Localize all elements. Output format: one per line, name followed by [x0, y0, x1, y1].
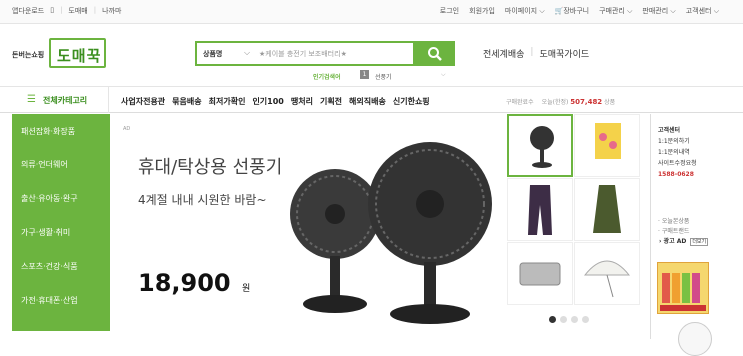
banner-title: 휴대/탁상용 선풍기	[138, 157, 283, 178]
nav-popular100[interactable]: 인기100	[252, 96, 283, 107]
all-category-button[interactable]: ☰ 전체카테고리	[12, 87, 109, 113]
banner-thumbnails	[507, 114, 642, 331]
nakama-link[interactable]: 나까마	[102, 6, 121, 16]
site-fix-request-link[interactable]: 사이트수정요청	[658, 158, 697, 169]
top-left-links: 앱다운로드 ▯ | 도매매 | 나까마	[12, 6, 122, 16]
cosmetic-thumb-image	[595, 123, 621, 159]
sales-menu[interactable]: 판매관리 ⌵	[642, 6, 675, 16]
cart-link[interactable]: 🛒장바구니	[555, 6, 589, 16]
signup-link[interactable]: 회원가입	[469, 6, 495, 16]
nav-clearance[interactable]: 땡처리	[291, 96, 313, 107]
inquiry-link[interactable]: 1:1문의하기	[658, 136, 697, 147]
umbrella-thumb-image	[583, 260, 631, 298]
pagination-dot[interactable]	[549, 316, 556, 323]
recently-viewed-link[interactable]: · 오늘본상품	[658, 217, 708, 227]
phone-icon: ▯	[50, 6, 55, 14]
fan-thumb-image	[530, 126, 554, 168]
nav-bundle[interactable]: 묶음배송	[172, 96, 201, 107]
nav-menu: 사업자전용관 묶음배송 최저가확인 인기100 땡처리 기획전 해외직배송 신기…	[121, 96, 430, 107]
category-item[interactable]: 가구·생활·취미	[12, 216, 110, 250]
thumbnail-umbrella[interactable]	[574, 242, 640, 305]
pagination-dot[interactable]	[582, 316, 589, 323]
category-item[interactable]: 스포츠·건강·식품	[12, 250, 110, 284]
logo-tagline: 돈버는쇼핑	[12, 51, 45, 59]
tray-thumb-image	[519, 262, 561, 286]
skirt-thumb-image	[593, 185, 621, 233]
header-links: 전세계배송 | 도매꾹가이드	[483, 47, 590, 60]
nav-overseas[interactable]: 해외직배송	[349, 96, 386, 107]
site-logo[interactable]: 도매꾹	[49, 38, 106, 68]
purchase-count-label: 구매완료수	[506, 99, 534, 106]
top-bar: 앱다운로드 ▯ | 도매매 | 나까마 로그인 회원가입 마이페이지 ⌵ 🛒장바…	[0, 0, 743, 24]
banner-price: 18,900	[138, 269, 231, 297]
search-input[interactable]: ★케이블 충전기 보조배터리★	[259, 49, 347, 59]
customer-service-box: 고객센터 1:1문의하기 1:1문의내역 사이트수정요청 1588-0628	[658, 125, 697, 180]
nav-special[interactable]: 기획전	[320, 96, 342, 107]
banner-price-unit: 원	[242, 284, 251, 294]
pagination-dot[interactable]	[571, 316, 578, 323]
fan-image	[290, 142, 492, 324]
right-circle-button[interactable]	[678, 322, 712, 356]
today-product-count: 오늘(한정) 507,482 상품	[541, 98, 616, 106]
hot-keyword-expand-icon[interactable]: ⌵	[441, 71, 446, 79]
top-right-links: 로그인 회원가입 마이페이지 ⌵ 🛒장바구니 구매관리 ⌵ 판매관리 ⌵ 고객센…	[440, 6, 719, 16]
right-links: · 오늘본상품 · 구매트랜드 › 광고 AD 더보기	[658, 217, 709, 247]
search-icon	[428, 47, 442, 61]
category-item[interactable]: 의류·언더웨어	[12, 148, 110, 182]
banner-pagination	[549, 316, 589, 323]
thumbnail-cosmetic[interactable]	[574, 114, 640, 177]
global-shipping-link[interactable]: 전세계배송	[483, 47, 524, 60]
right-ad-banner[interactable]	[657, 262, 709, 314]
inquiry-history-link[interactable]: 1:1문의내역	[658, 147, 697, 158]
thumbnail-pants[interactable]	[507, 178, 573, 241]
hamburger-icon: ☰	[27, 94, 36, 105]
more-button[interactable]: 더보기	[690, 238, 709, 246]
thumbnail-fan[interactable]	[507, 114, 573, 177]
thumbnail-tray[interactable]	[507, 242, 573, 305]
login-link[interactable]: 로그인	[440, 6, 459, 16]
purchase-trend-link[interactable]: · 구매트랜드	[658, 227, 708, 237]
nav-business[interactable]: 사업자전용관	[121, 96, 165, 107]
category-sidebar: 패션잡화·화장품 의류·언더웨어 출산·유아동·완구 가구·생활·취미 스포츠·…	[12, 114, 110, 331]
category-item[interactable]: 출산·유아동·완구	[12, 182, 110, 216]
search-box: 상품명 ⌵ ★케이블 충전기 보조배터리★	[195, 41, 415, 66]
hot-keyword-rank: 1	[360, 70, 369, 79]
main-nav: ☰ 전체카테고리 사업자전용관 묶음배송 최저가확인 인기100 땡처리 기획전…	[0, 86, 743, 113]
nav-novelty[interactable]: 신기한쇼핑	[393, 96, 430, 107]
category-item[interactable]: 가전·휴대폰·산업	[12, 284, 110, 318]
domeme-link[interactable]: 도매매	[68, 6, 87, 16]
app-download-link[interactable]: 앱다운로드	[12, 6, 44, 16]
pagination-dot[interactable]	[560, 316, 567, 323]
main-banner[interactable]: AD 휴대/탁상용 선풍기 4계절 내내 시원한 바람~ 18,900 원	[110, 114, 507, 331]
customer-service-phone: 1588-0628	[658, 171, 694, 178]
header: 돈버는쇼핑 도매꾹 상품명 ⌵ ★케이블 충전기 보조배터리★ 인기검색어 1 …	[0, 24, 743, 86]
category-item[interactable]: 패션잡화·화장품	[12, 114, 110, 148]
customer-service-title: 고객센터	[658, 127, 681, 134]
nav-stats: 구매완료수 오늘(한정) 507,482 상품	[506, 97, 615, 106]
search-button[interactable]	[415, 41, 455, 66]
hot-keyword-label: 인기검색어	[313, 74, 341, 81]
search-category-select[interactable]: 상품명	[203, 49, 222, 59]
customer-center-menu[interactable]: 고객센터 ⌵	[686, 6, 719, 16]
drinks-ad-image	[660, 273, 706, 311]
banner-subtitle: 4계절 내내 시원한 바람~	[138, 193, 267, 207]
pants-thumb-image	[528, 185, 552, 235]
nav-lowest-price[interactable]: 최저가확인	[209, 96, 246, 107]
guide-link[interactable]: 도매꾹가이드	[539, 47, 589, 60]
thumbnail-skirt[interactable]	[574, 178, 640, 241]
chevron-down-icon: ⌵	[244, 48, 251, 57]
ad-badge: AD	[123, 126, 131, 132]
purchase-menu[interactable]: 구매관리 ⌵	[599, 6, 632, 16]
hot-keyword[interactable]: 선풍기	[375, 72, 392, 81]
right-ad-header: › 광고 AD 더보기	[659, 238, 709, 246]
mypage-menu[interactable]: 마이페이지 ⌵	[505, 6, 545, 16]
